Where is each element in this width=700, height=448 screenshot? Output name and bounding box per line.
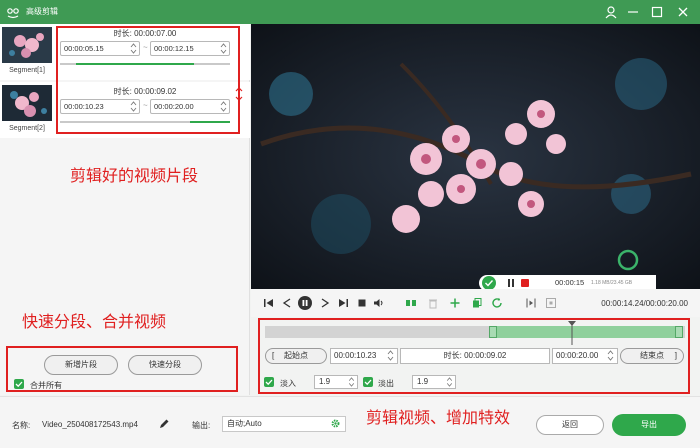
split-icon[interactable] [405,297,417,309]
minimize-icon[interactable] [624,3,642,21]
segment-thumbnail[interactable] [2,27,52,63]
user-icon[interactable] [602,3,620,21]
merge-all-label: 合并所有 [30,381,62,390]
refresh-icon[interactable] [491,297,503,309]
add-icon[interactable] [449,297,461,309]
output-select[interactable]: 自动;Auto [222,416,346,432]
segment-label: Segment[1] [9,67,45,74]
fade-out-label: 淡出 [378,379,394,388]
delete-icon[interactable] [427,297,439,309]
stop-record-icon[interactable] [521,279,529,287]
window-title: 高级剪辑 [26,7,58,16]
segment-label: Segment[2] [9,125,45,132]
gear-icon[interactable] [330,418,341,429]
stepper-icon[interactable] [446,377,453,387]
pause-button[interactable] [298,296,312,310]
check-icon [364,379,372,386]
timeline-start-handle[interactable] [489,326,497,338]
title-bar: 高级剪辑 [0,0,700,24]
bracket-right-icon: ] [674,351,677,360]
fade-out-input[interactable]: 1.9 [412,375,456,389]
timeline-track[interactable] [265,326,685,338]
annotation-segments: 剪辑好的视频片段 [70,166,199,185]
fade-in-checkbox[interactable] [264,377,274,387]
edit-name-icon[interactable] [158,418,170,432]
end-time-input[interactable]: 00:00:20.00 [552,348,618,364]
recorder-size: 1.18 MB/23.45 GB [591,280,633,286]
volume-icon[interactable] [373,297,385,309]
segment-thumbnail[interactable] [2,85,52,121]
stepper-icon[interactable] [387,350,394,361]
previous-frame-icon[interactable] [281,297,293,309]
add-segment-button[interactable]: 新增片段 [44,355,118,375]
set-end-point-button[interactable]: 结束点] [620,348,684,364]
annotation-split-merge: 快速分段、合并视频 [22,312,167,331]
check-icon [265,379,273,386]
annotation-edit-effects: 剪辑视频、增加特效 [366,408,511,427]
annotation-box-segments [56,26,240,134]
video-preview[interactable] [251,24,700,289]
check-icon[interactable] [482,276,496,290]
start-time-input[interactable]: 00:00:10.23 [330,348,398,364]
set-start-point-button[interactable]: [起始点 [265,348,327,364]
fade-out-checkbox[interactable] [363,377,373,387]
copy-icon[interactable] [471,297,483,309]
go-to-start-marker-icon[interactable] [525,297,537,309]
skip-to-start-icon[interactable] [263,297,275,309]
fade-in-label: 淡入 [280,379,296,388]
check-icon [15,381,23,388]
bracket-left-icon: [ [272,351,275,360]
back-button[interactable]: 返回 [536,415,604,435]
playhead-marker[interactable] [568,321,576,345]
name-label: 名称: [12,421,31,430]
stepper-icon[interactable] [348,377,355,387]
skip-to-end-icon[interactable] [337,297,349,309]
timeline-selection[interactable] [493,326,679,338]
recorder-time: 00:00:15 [555,278,585,287]
output-label: 输出: [192,421,211,430]
pause-icon[interactable] [507,279,515,289]
stepper-icon[interactable] [607,350,614,361]
duration-display: 时长: 00:00:09.02 [400,348,550,364]
app-logo-icon [6,5,20,19]
stop-icon[interactable] [356,297,368,309]
playback-time: 00:00:14.24/00:00:20.00 [601,299,688,308]
file-name: Video_250408172543.mp4 [42,420,138,429]
timeline-end-handle[interactable] [675,326,683,338]
quick-split-button[interactable]: 快速分段 [128,355,202,375]
maximize-icon[interactable] [648,3,666,21]
close-icon[interactable] [674,3,692,21]
merge-all-checkbox[interactable] [14,379,24,389]
go-to-end-marker-icon[interactable] [545,297,557,309]
export-button[interactable]: 导出 [612,414,686,436]
next-frame-icon[interactable] [319,297,331,309]
fade-in-input[interactable]: 1.9 [314,375,358,389]
player-controls: 00:00:14.24/00:00:20.00 [251,289,700,317]
